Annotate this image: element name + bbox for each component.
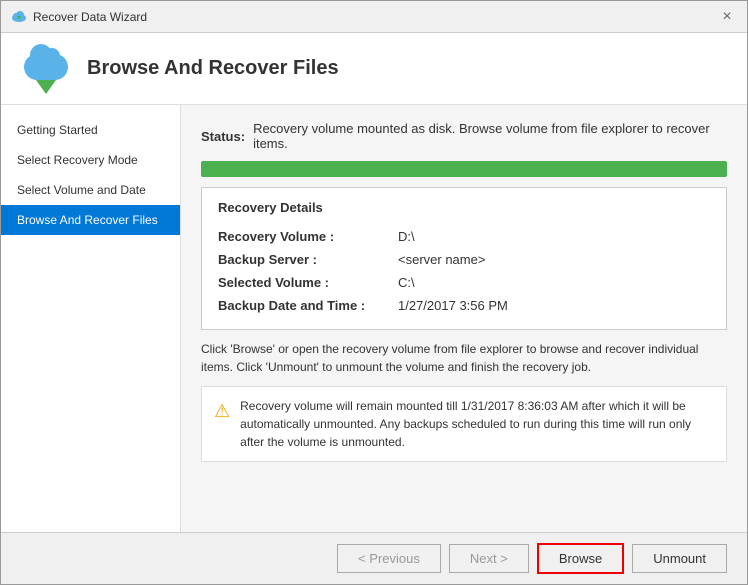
- detail-row-volume: Recovery Volume : D:\: [218, 225, 710, 248]
- detail-value-selected-vol: C:\: [398, 275, 415, 290]
- window-title: Recover Data Wizard: [33, 10, 147, 24]
- detail-row-selected-vol: Selected Volume : C:\: [218, 271, 710, 294]
- details-title: Recovery Details: [218, 200, 710, 215]
- next-button[interactable]: Next >: [449, 544, 529, 573]
- status-text: Recovery volume mounted as disk. Browse …: [253, 121, 727, 151]
- main-content: Status: Recovery volume mounted as disk.…: [181, 105, 747, 532]
- detail-label-volume: Recovery Volume :: [218, 229, 398, 244]
- status-row: Status: Recovery volume mounted as disk.…: [201, 121, 727, 151]
- browse-button[interactable]: Browse: [537, 543, 624, 574]
- titlebar-left: Recover Data Wizard: [11, 9, 147, 25]
- sidebar: Getting Started Select Recovery Mode Sel…: [1, 105, 181, 532]
- sidebar-item-recovery-mode[interactable]: Select Recovery Mode: [1, 145, 180, 175]
- detail-value-server: <server name>: [398, 252, 485, 267]
- unmount-button[interactable]: Unmount: [632, 544, 727, 573]
- sidebar-item-browse-recover[interactable]: Browse And Recover Files: [1, 205, 180, 235]
- warning-icon: ⚠: [214, 398, 230, 425]
- titlebar: Recover Data Wizard ×: [1, 1, 747, 33]
- detail-label-selected-vol: Selected Volume :: [218, 275, 398, 290]
- warning-text: Recovery volume will remain mounted till…: [240, 397, 714, 451]
- wizard-content: Getting Started Select Recovery Mode Sel…: [1, 105, 747, 532]
- wizard-footer: < Previous Next > Browse Unmount: [1, 532, 747, 584]
- wizard-window: Recover Data Wizard × Browse And Recover…: [0, 0, 748, 585]
- detail-label-server: Backup Server :: [218, 252, 398, 267]
- wizard-icon: [21, 44, 71, 94]
- wizard-title: Browse And Recover Files: [87, 57, 339, 80]
- detail-row-backup-date: Backup Date and Time : 1/27/2017 3:56 PM: [218, 294, 710, 317]
- wizard-header: Browse And Recover Files: [1, 33, 747, 105]
- detail-value-volume: D:\: [398, 229, 415, 244]
- previous-button[interactable]: < Previous: [337, 544, 441, 573]
- close-button[interactable]: ×: [717, 7, 737, 27]
- warning-box: ⚠ Recovery volume will remain mounted ti…: [201, 386, 727, 462]
- detail-value-backup-date: 1/27/2017 3:56 PM: [398, 298, 508, 313]
- recovery-details-box: Recovery Details Recovery Volume : D:\ B…: [201, 187, 727, 330]
- detail-label-backup-date: Backup Date and Time :: [218, 298, 398, 313]
- progress-fill: [201, 161, 727, 177]
- sidebar-item-volume-date[interactable]: Select Volume and Date: [1, 175, 180, 205]
- status-label: Status:: [201, 129, 245, 144]
- app-icon: [11, 9, 27, 25]
- info-text: Click 'Browse' or open the recovery volu…: [201, 340, 727, 376]
- progress-bar: [201, 161, 727, 177]
- sidebar-item-getting-started[interactable]: Getting Started: [1, 115, 180, 145]
- detail-row-server: Backup Server : <server name>: [218, 248, 710, 271]
